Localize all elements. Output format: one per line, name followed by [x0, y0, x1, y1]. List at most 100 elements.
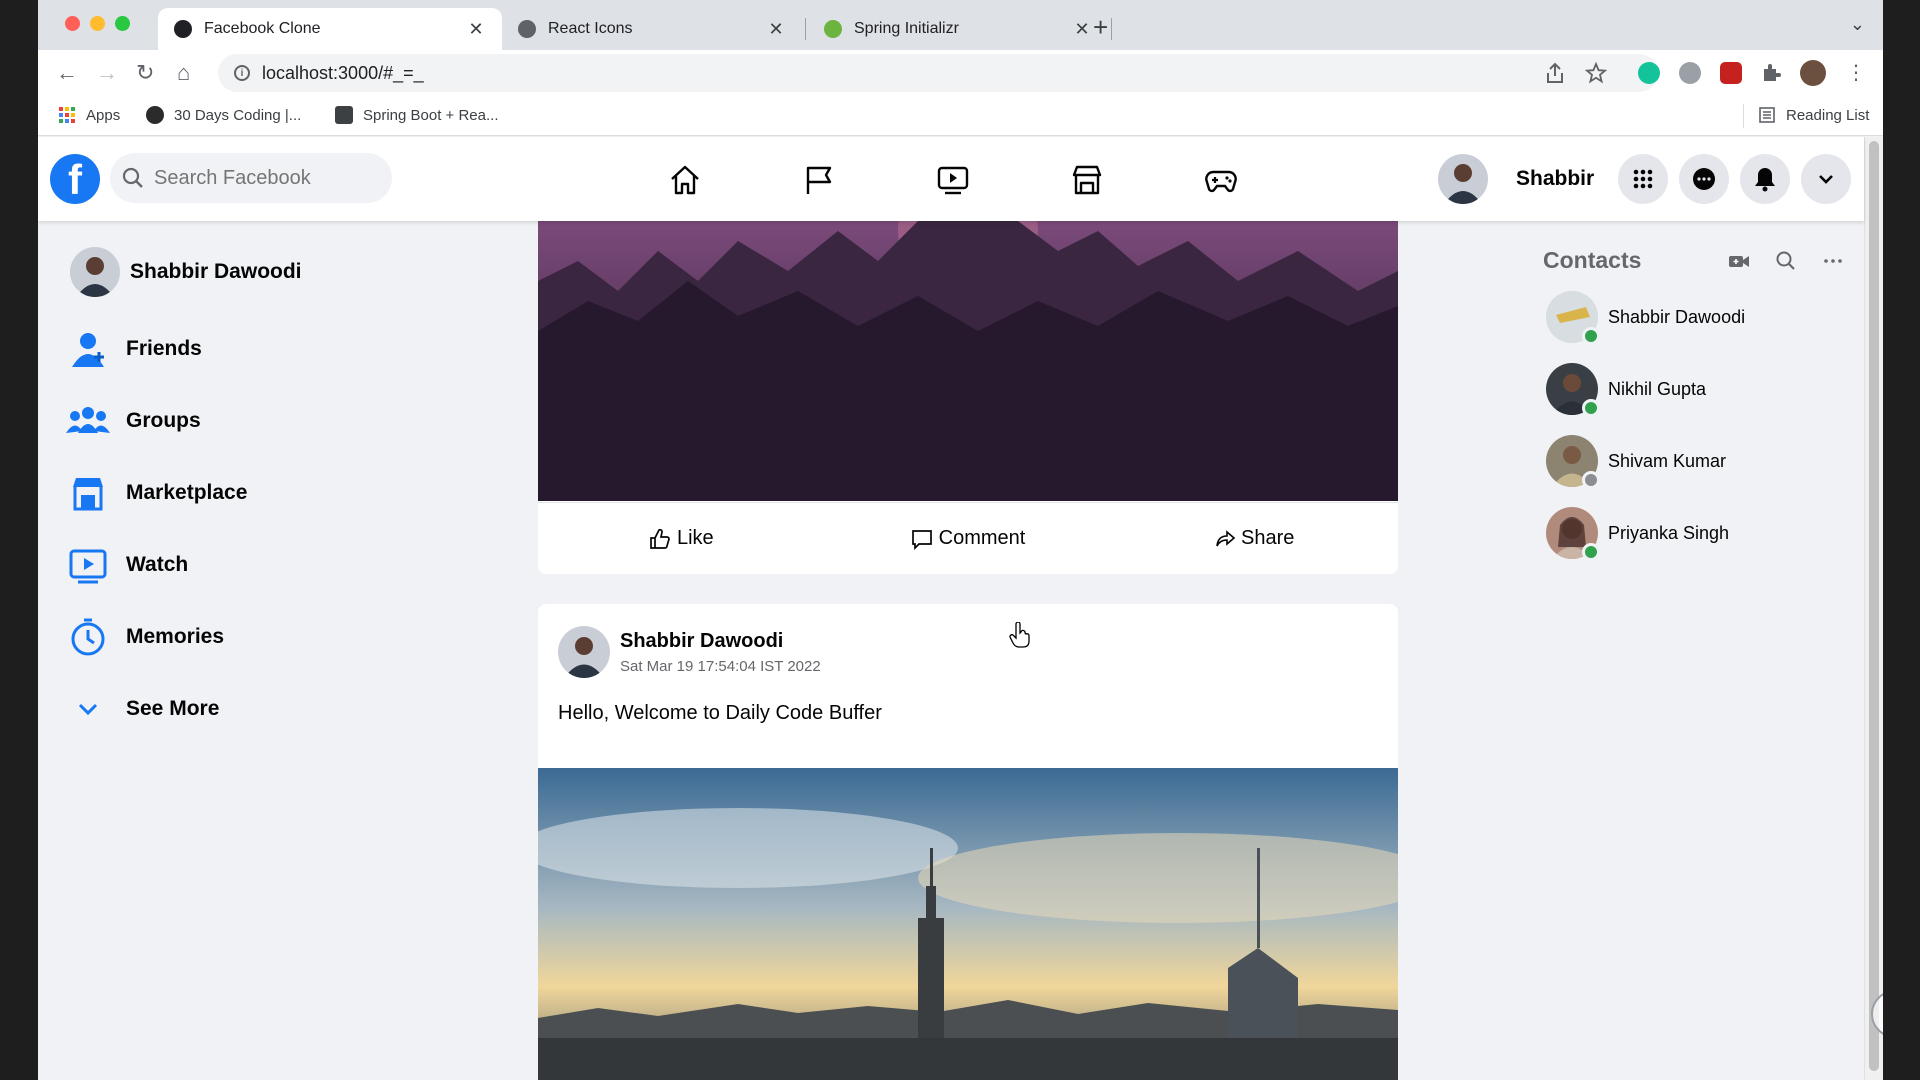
browser-menu-icon[interactable]: ⋮ — [1846, 60, 1866, 85]
pages-flag-icon[interactable] — [802, 163, 836, 197]
home-nav-icon[interactable] — [668, 163, 702, 197]
bell-icon — [1755, 168, 1775, 192]
sidebar-item-marketplace[interactable]: Marketplace — [66, 471, 247, 515]
memories-icon — [66, 615, 110, 659]
home-icon[interactable]: ⌂ — [177, 60, 190, 86]
minimize-window-button[interactable] — [90, 16, 105, 31]
gaming-controller-icon[interactable] — [1204, 163, 1238, 197]
bookmark-spring-boot[interactable]: Spring Boot + Rea... — [335, 106, 499, 124]
tab-strip: Facebook Clone ✕ React Icons ✕ Spring In… — [38, 0, 1883, 50]
new-room-video-icon[interactable] — [1728, 250, 1750, 272]
menu-grid-button[interactable] — [1618, 154, 1668, 204]
new-tab-button[interactable]: + — [1093, 12, 1108, 43]
contacts-search-icon[interactable] — [1775, 250, 1797, 272]
sidebar-item-label: Friends — [126, 337, 202, 360]
header-avatar[interactable] — [1438, 154, 1488, 204]
bookmark-label: Spring Boot + Rea... — [363, 106, 499, 124]
sidebar-item-friends[interactable]: Friends — [66, 327, 202, 371]
groups-icon — [66, 399, 110, 443]
online-status-dot — [1582, 327, 1600, 345]
bookmark-star-icon[interactable] — [1585, 62, 1607, 84]
post-text: Hello, Welcome to Daily Code Buffer — [558, 702, 882, 724]
post-author-avatar[interactable] — [558, 626, 610, 678]
apps-grid-icon — [59, 107, 75, 123]
thumbs-up-icon — [650, 528, 670, 549]
bookmark-label: Apps — [86, 106, 121, 124]
friends-icon — [66, 327, 110, 371]
bookmark-apps[interactable]: Apps — [58, 106, 120, 124]
avatar-image — [70, 247, 120, 297]
grammarly-extension-icon[interactable] — [1638, 62, 1660, 84]
sidebar-item-groups[interactable]: Groups — [66, 399, 201, 443]
post-card: Shabbir Dawoodi Sat Mar 19 17:54:04 IST … — [538, 604, 1398, 1080]
profile-avatar-icon[interactable] — [1800, 60, 1826, 86]
contact-item[interactable]: Priyanka Singh — [1546, 507, 1730, 561]
contact-name: Priyanka Singh — [1608, 522, 1730, 543]
contact-item[interactable]: Shivam Kumar — [1546, 435, 1726, 489]
tab-title: React Icons — [548, 20, 633, 37]
address-bar[interactable]: i localhost:3000/#_=_ — [218, 54, 1658, 92]
site-info-icon[interactable]: i — [234, 65, 250, 81]
comment-label: Comment — [938, 527, 1026, 549]
globe-icon — [518, 20, 536, 38]
watch-icon — [66, 543, 110, 587]
spring-boot-favicon-icon — [335, 106, 353, 124]
comment-button[interactable]: Comment — [825, 527, 1112, 550]
close-tab-icon[interactable]: ✕ — [766, 19, 786, 40]
header-user-name[interactable]: Shabbir — [1516, 167, 1594, 191]
close-tab-icon[interactable]: ✕ — [466, 19, 486, 40]
reload-icon[interactable]: ↻ — [136, 60, 154, 86]
sidebar-item-see-more[interactable]: See More — [66, 687, 219, 731]
close-tab-icon[interactable]: ✕ — [1072, 19, 1092, 40]
contact-item[interactable]: Shabbir Dawoodi — [1546, 291, 1745, 345]
sidebar-item-watch[interactable]: Watch — [66, 543, 188, 587]
post-author-name[interactable]: Shabbir Dawoodi — [620, 630, 783, 653]
chevron-down-icon — [66, 687, 110, 731]
contact-item[interactable]: Nikhil Gupta — [1546, 363, 1706, 417]
bookmark-divider — [1743, 104, 1744, 128]
avatar — [1546, 507, 1600, 561]
city-skyline-image — [538, 768, 1398, 1080]
extension-icon[interactable] — [1720, 62, 1742, 84]
forward-arrow-icon[interactable]: → — [96, 60, 118, 86]
tab-spring-initializr[interactable]: Spring Initializr ✕ — [808, 8, 1108, 50]
close-window-button[interactable] — [65, 16, 80, 31]
comment-icon — [911, 529, 932, 550]
extension-icon[interactable] — [1679, 62, 1701, 84]
search-input[interactable] — [154, 166, 374, 190]
account-menu-button[interactable] — [1801, 154, 1851, 204]
facebook-logo-icon[interactable]: f — [50, 154, 100, 204]
extensions-puzzle-icon[interactable] — [1760, 62, 1782, 84]
avatar-image — [558, 626, 610, 678]
marketplace-nav-icon[interactable] — [1070, 163, 1104, 197]
zoom-window-button[interactable] — [115, 16, 130, 31]
share-icon[interactable] — [1545, 62, 1565, 84]
url-text: localhost:3000/#_=_ — [262, 62, 424, 83]
fantasy-landscape-image — [538, 221, 1398, 501]
page-scrollbar[interactable] — [1864, 137, 1883, 1080]
hand-pointer-cursor-icon — [1009, 622, 1030, 648]
like-button[interactable]: Like — [538, 527, 825, 550]
search-bar[interactable] — [110, 153, 392, 203]
30-days-favicon-icon — [146, 106, 164, 124]
messenger-button[interactable] — [1679, 154, 1729, 204]
tab-react-icons[interactable]: React Icons ✕ — [502, 8, 802, 50]
offline-status-dot — [1582, 471, 1600, 489]
share-arrow-icon — [1216, 529, 1235, 546]
notifications-button[interactable] — [1740, 154, 1790, 204]
sidebar-item-profile[interactable]: Shabbir Dawoodi — [70, 247, 302, 297]
more-options-icon[interactable] — [1822, 250, 1844, 272]
sidebar-item-memories[interactable]: Memories — [66, 615, 224, 659]
tab-facebook-clone[interactable]: Facebook Clone ✕ — [158, 8, 502, 50]
scrollbar-thumb[interactable] — [1869, 141, 1879, 1071]
share-button[interactable]: Share — [1111, 527, 1398, 550]
post-image — [538, 768, 1398, 1080]
tab-search-chevron-icon[interactable]: ⌄ — [1850, 14, 1865, 35]
bookmark-30-days-coding[interactable]: 30 Days Coding |... — [146, 106, 301, 124]
watch-nav-icon[interactable] — [936, 163, 970, 197]
online-status-dot — [1582, 399, 1600, 417]
facebook-header: f Shabbir — [38, 137, 1864, 221]
reading-list-label: Reading List — [1786, 106, 1870, 124]
reading-list-button[interactable]: Reading List — [1758, 106, 1869, 124]
back-arrow-icon[interactable]: ← — [56, 60, 78, 86]
